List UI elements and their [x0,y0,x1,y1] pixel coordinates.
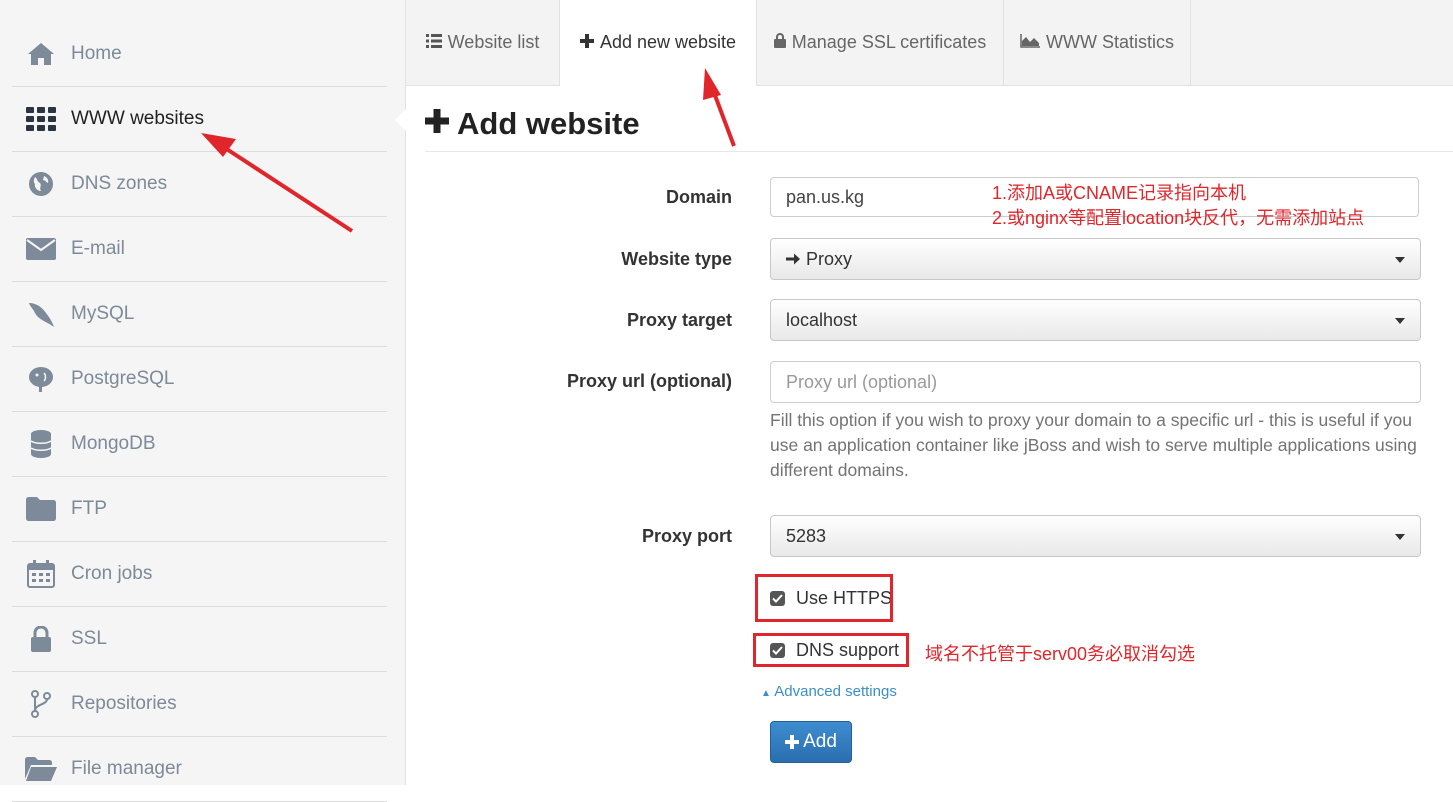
chevron-down-icon [1395,318,1405,324]
database-icon [24,427,58,461]
proxy-port-select[interactable]: 5283 [770,515,1421,557]
chevron-down-icon [1395,257,1405,263]
sidebar-item-label: Home [71,43,122,64]
tab-website-list[interactable]: Website list [406,0,560,86]
lock-icon [24,622,58,656]
sidebar-item-label: PostgreSQL [71,368,175,389]
sidebar-item-www-websites[interactable]: WWW websites [12,87,387,152]
envelope-icon [24,232,58,266]
add-button-label: Add [803,731,837,752]
tab-bar-filler [1191,0,1453,86]
advanced-settings-link[interactable]: ▲ Advanced settings [761,683,897,700]
dolphin-icon [24,297,58,331]
folder-open-icon [24,752,58,786]
sidebar-item-label: WWW websites [71,108,204,129]
sidebar-item-mysql[interactable]: MySQL [12,282,387,347]
add-button[interactable]: Add [770,721,852,763]
sidebar-item-cron-jobs[interactable]: Cron jobs [12,542,387,607]
sidebar-item-repositories[interactable]: Repositories [12,672,387,737]
sidebar: Home WWW websites DNS zones E-mail MySQL [0,0,406,802]
sidebar-item-label: DNS zones [71,173,168,194]
calendar-icon [24,557,58,591]
sidebar-item-label: File manager [71,758,182,779]
arrow-right-icon [786,252,800,266]
proxy-target-value: localhost [786,309,858,330]
sidebar-item-label: Cron jobs [71,563,153,584]
sidebar-item-home[interactable]: Home [12,22,387,87]
folder-icon [24,492,58,526]
sidebar-item-label: FTP [71,498,107,519]
lock-icon [773,32,786,52]
elephant-icon [24,362,58,396]
sidebar-item-ftp[interactable]: FTP [12,477,387,542]
proxy-url-label: Proxy url (optional) [566,371,732,391]
website-type-value: Proxy [806,248,853,269]
chevron-down-icon [1395,534,1405,540]
area-chart-icon [1020,33,1040,52]
annotation-box-use-https [755,574,893,622]
tab-manage-ssl-certificates[interactable]: Manage SSL certificates [757,0,1004,86]
list-icon [425,33,442,52]
sidebar-item-dns-zones[interactable]: DNS zones [12,152,387,217]
advanced-settings-label: Advanced settings [774,683,897,700]
sidebar-item-label: MongoDB [71,433,156,454]
sidebar-item-email[interactable]: E-mail [12,217,387,282]
sidebar-item-label: E-mail [71,238,125,259]
proxy-target-label: Proxy target [626,310,732,330]
sidebar-item-file-manager[interactable]: File manager [12,737,387,802]
annotation-box-dns-support [753,633,909,667]
title-divider [425,151,1453,152]
tab-add-new-website[interactable]: Add new website [560,0,757,86]
website-type-label: Website type [621,249,732,269]
domain-label: Domain [665,187,732,207]
sidebar-item-label: Repositories [71,693,177,714]
proxy-url-input[interactable]: Proxy url (optional) [770,361,1421,403]
tab-label: Add new website [599,32,737,52]
page-title: Add website [425,106,640,142]
proxy-port-label: Proxy port [641,526,732,546]
branch-icon [24,687,58,721]
plus-icon [425,107,449,141]
home-icon [24,37,58,71]
tab-label: Manage SSL certificates [791,32,987,52]
sidebar-item-label: MySQL [71,303,135,324]
tab-label: Website list [447,32,540,52]
page-title-text: Add website [457,106,640,141]
caret-up-icon: ▲ [761,688,771,699]
active-item-pointer [395,108,407,132]
sidebar-item-label: SSL [71,628,107,649]
proxy-port-value: 5283 [786,525,827,546]
tab-bar: Website list Add new website Manage SSL … [406,0,1453,86]
grid-icon [24,102,58,136]
proxy-url-help-text: Fill this option if you wish to proxy yo… [770,410,1417,480]
plus-icon [579,33,594,52]
tab-label: WWW Statistics [1046,32,1174,52]
annotation-note-3: 域名不托管于serv00务必取消勾选 [925,644,1196,664]
globe-icon [24,167,58,201]
proxy-target-select[interactable]: localhost [770,299,1421,341]
annotation-note-2: 2.或nginx等配置location块反代，无需添加站点 [992,208,1365,228]
website-type-select[interactable]: Proxy [770,238,1421,280]
sidebar-item-postgresql[interactable]: PostgreSQL [12,347,387,412]
plus-icon [785,735,800,749]
tab-www-statistics[interactable]: WWW Statistics [1004,0,1191,86]
sidebar-item-mongodb[interactable]: MongoDB [12,412,387,477]
sidebar-item-ssl[interactable]: SSL [12,607,387,672]
annotation-note-1: 1.添加A或CNAME记录指向本机 [992,183,1247,203]
